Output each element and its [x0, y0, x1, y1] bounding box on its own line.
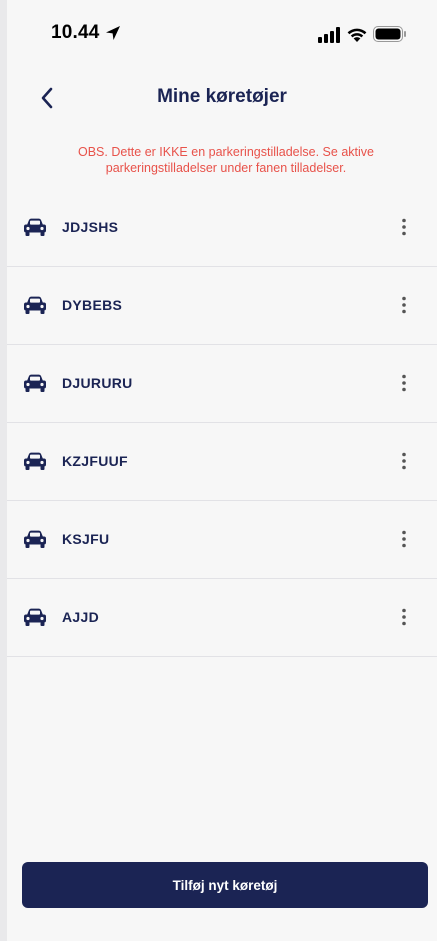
- more-vertical-icon: [402, 452, 406, 470]
- status-bar: 10.44: [7, 0, 437, 64]
- location-arrow-icon: [106, 26, 120, 40]
- header: Mine køretøjer: [7, 74, 437, 122]
- vehicle-row[interactable]: DYBEBS: [7, 267, 437, 345]
- wifi-icon: [347, 28, 367, 42]
- vehicle-options-button[interactable]: [392, 447, 416, 475]
- vehicle-options-button[interactable]: [392, 525, 416, 553]
- more-vertical-icon: [402, 530, 406, 548]
- screen: 10.44 Mine køretøjer OBS. Dette er IKKE …: [7, 0, 437, 941]
- vehicle-row[interactable]: KSJFU: [7, 501, 437, 579]
- vehicle-row[interactable]: DJURURU: [7, 345, 437, 423]
- car-icon: [24, 608, 46, 626]
- car-icon: [24, 452, 46, 470]
- add-vehicle-button[interactable]: Tilføj nyt køretøj: [22, 862, 428, 908]
- more-vertical-icon: [402, 608, 406, 626]
- car-icon: [24, 374, 46, 392]
- car-icon: [24, 296, 46, 314]
- vehicle-options-button[interactable]: [392, 291, 416, 319]
- vehicle-row[interactable]: KZJFUUF: [7, 423, 437, 501]
- page-title: Mine køretøjer: [157, 86, 287, 107]
- vehicle-row[interactable]: JDJSHS: [7, 189, 437, 267]
- vehicle-options-button[interactable]: [392, 213, 416, 241]
- status-time: 10.44: [51, 22, 100, 43]
- car-icon: [24, 218, 46, 236]
- more-vertical-icon: [402, 296, 406, 314]
- vehicle-plate: JDJSHS: [62, 219, 119, 235]
- vehicle-plate: DJURURU: [62, 375, 133, 391]
- parking-permit-notice: OBS. Dette er IKKE en parkeringstilladel…: [78, 145, 374, 175]
- more-vertical-icon: [402, 374, 406, 392]
- vehicle-row[interactable]: AJJD: [7, 579, 437, 657]
- more-vertical-icon: [402, 218, 406, 236]
- vehicle-options-button[interactable]: [392, 603, 416, 631]
- vehicle-plate: DYBEBS: [62, 297, 123, 313]
- car-icon: [24, 530, 46, 548]
- vehicle-plate: KZJFUUF: [62, 453, 128, 469]
- vehicle-list: JDJSHS DYBEBS DJURURU KZJFUUF KSJFU AJJD: [7, 189, 437, 657]
- cellular-signal-icon: [318, 27, 340, 43]
- vehicle-plate: KSJFU: [62, 531, 110, 547]
- vehicle-plate: AJJD: [62, 609, 99, 625]
- vehicle-options-button[interactable]: [392, 369, 416, 397]
- battery-icon: [373, 26, 406, 42]
